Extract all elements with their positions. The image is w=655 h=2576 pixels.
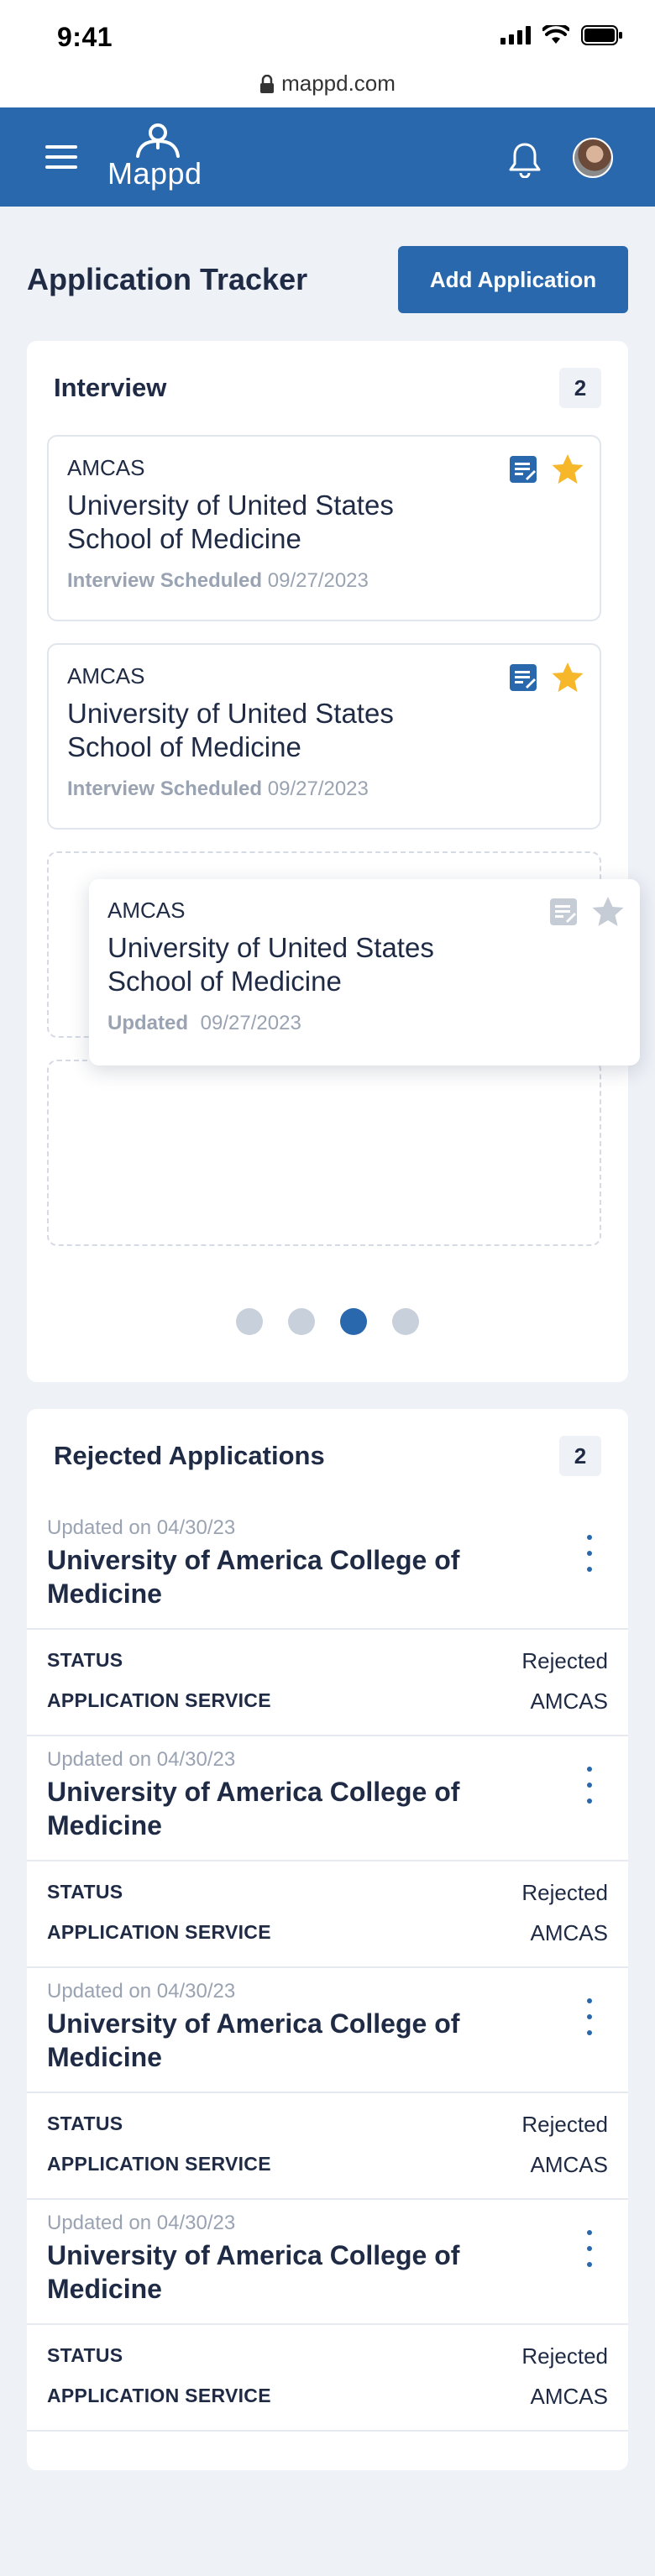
card-meta: Interview Scheduled 09/27/2023 bbox=[67, 569, 369, 593]
pagination-dots bbox=[27, 1308, 628, 1335]
note-icon[interactable] bbox=[509, 663, 537, 692]
url-text: mappd.com bbox=[281, 71, 396, 96]
application-service: AMCAS bbox=[67, 663, 145, 689]
updated-date: Updated on 04/30/23 bbox=[47, 2212, 236, 2234]
pagination-dot[interactable] bbox=[392, 1308, 419, 1335]
pagination-dot[interactable] bbox=[236, 1308, 263, 1335]
card-date: 09/27/2023 bbox=[267, 569, 369, 592]
divider bbox=[27, 1860, 628, 1861]
divider bbox=[27, 2430, 628, 2432]
favorite-star-icon[interactable] bbox=[551, 662, 584, 694]
application-card[interactable]: AMCAS University of United States School… bbox=[47, 435, 601, 621]
application-service-label: APPLICATION SERVICE bbox=[47, 1921, 271, 1943]
updated-date: Updated on 04/30/23 bbox=[47, 1748, 236, 1771]
status-label: STATUS bbox=[47, 2113, 123, 2134]
card-meta: Updated 09/27/2023 bbox=[107, 1012, 301, 1035]
interview-count-badge: 2 bbox=[559, 368, 601, 408]
clock: 9:41 bbox=[57, 22, 113, 52]
note-icon[interactable] bbox=[509, 455, 537, 484]
application-card[interactable]: AMCAS University of United States School… bbox=[47, 643, 601, 830]
more-options-icon[interactable] bbox=[583, 1535, 596, 1572]
card-status: Interview Scheduled bbox=[67, 778, 263, 800]
status-bar: 9:41 mappd.com bbox=[0, 0, 655, 107]
application-service-label: APPLICATION SERVICE bbox=[47, 2385, 271, 2406]
favorite-star-icon[interactable] bbox=[551, 453, 584, 485]
application-service: AMCAS bbox=[67, 455, 145, 480]
card-status: Updated bbox=[107, 1012, 188, 1034]
interview-panel: Interview 2 AMCAS University of United S… bbox=[27, 341, 628, 1382]
rejected-count-badge: 2 bbox=[559, 1436, 601, 1476]
divider bbox=[27, 2092, 628, 2093]
status-icons bbox=[500, 25, 623, 45]
menu-icon[interactable] bbox=[45, 145, 77, 169]
interview-title: Interview bbox=[54, 373, 167, 402]
pagination-dot[interactable] bbox=[288, 1308, 315, 1335]
school-name: University of United States School of Me… bbox=[107, 932, 434, 997]
logo-mark-icon bbox=[136, 123, 180, 158]
rejected-application-item[interactable]: Updated on 04/30/23 University of Americ… bbox=[27, 2200, 628, 2432]
school-name: University of America College of Medicin… bbox=[47, 2240, 460, 2304]
updated-date: Updated on 04/30/23 bbox=[47, 1516, 236, 1539]
app-header: Mappd bbox=[0, 107, 655, 207]
more-options-icon[interactable] bbox=[583, 1767, 596, 1804]
application-service-value: AMCAS bbox=[530, 1689, 608, 1714]
pagination-dot-active[interactable] bbox=[340, 1308, 367, 1335]
application-service: AMCAS bbox=[107, 898, 186, 923]
logo-text: Mappd bbox=[107, 156, 202, 191]
rejected-application-item[interactable]: Updated on 04/30/23 University of Americ… bbox=[27, 1968, 628, 2200]
status-label: STATUS bbox=[47, 1881, 123, 1903]
page-title: Application Tracker bbox=[27, 262, 308, 296]
school-name: University of United States School of Me… bbox=[67, 490, 394, 554]
lock-icon bbox=[260, 75, 275, 93]
card-status: Interview Scheduled bbox=[67, 569, 263, 592]
more-options-icon[interactable] bbox=[583, 2230, 596, 2267]
divider bbox=[27, 2323, 628, 2325]
add-application-button[interactable]: Add Application bbox=[398, 246, 628, 313]
school-name: University of America College of Medicin… bbox=[47, 1777, 460, 1840]
battery-icon bbox=[581, 25, 622, 45]
rejected-application-item[interactable]: Updated on 04/30/23 University of Americ… bbox=[27, 1736, 628, 1968]
card-date: 09/27/2023 bbox=[267, 778, 369, 800]
more-options-icon[interactable] bbox=[583, 1998, 596, 2035]
wifi-icon bbox=[542, 25, 569, 44]
notification-bell-icon[interactable] bbox=[507, 141, 542, 178]
user-avatar[interactable] bbox=[573, 138, 613, 178]
note-icon[interactable] bbox=[549, 898, 578, 926]
status-value: Rejected bbox=[521, 2112, 608, 2137]
rejected-application-item[interactable]: Updated on 04/30/23 University of Americ… bbox=[27, 1505, 628, 1736]
rejected-panel: Rejected Applications 2 Updated on 04/30… bbox=[27, 1409, 628, 2470]
signal-icon bbox=[500, 26, 531, 45]
logo[interactable]: Mappd bbox=[107, 123, 208, 193]
updated-date: Updated on 04/30/23 bbox=[47, 1980, 236, 2003]
card-date: 09/27/2023 bbox=[200, 1012, 301, 1034]
application-service-value: AMCAS bbox=[530, 1920, 608, 1945]
school-name: University of America College of Medicin… bbox=[47, 2008, 460, 2072]
favorite-star-icon[interactable] bbox=[591, 896, 625, 928]
status-label: STATUS bbox=[47, 2344, 123, 2366]
drop-zone[interactable] bbox=[47, 1060, 601, 1246]
card-meta: Interview Scheduled 09/27/2023 bbox=[67, 778, 369, 801]
rejected-title: Rejected Applications bbox=[54, 1441, 325, 1470]
status-value: Rejected bbox=[521, 2343, 608, 2369]
divider bbox=[27, 1628, 628, 1630]
school-name: University of United States School of Me… bbox=[67, 698, 394, 762]
status-label: STATUS bbox=[47, 1649, 123, 1671]
application-service-label: APPLICATION SERVICE bbox=[47, 1689, 271, 1711]
application-service-value: AMCAS bbox=[530, 2152, 608, 2177]
url-bar[interactable]: mappd.com bbox=[0, 71, 655, 97]
status-value: Rejected bbox=[521, 1880, 608, 1905]
school-name: University of America College of Medicin… bbox=[47, 1545, 460, 1609]
dragging-application-card[interactable]: AMCAS University of United States School… bbox=[89, 879, 640, 1065]
application-service-value: AMCAS bbox=[530, 2384, 608, 2409]
status-value: Rejected bbox=[521, 1648, 608, 1673]
application-service-label: APPLICATION SERVICE bbox=[47, 2153, 271, 2175]
